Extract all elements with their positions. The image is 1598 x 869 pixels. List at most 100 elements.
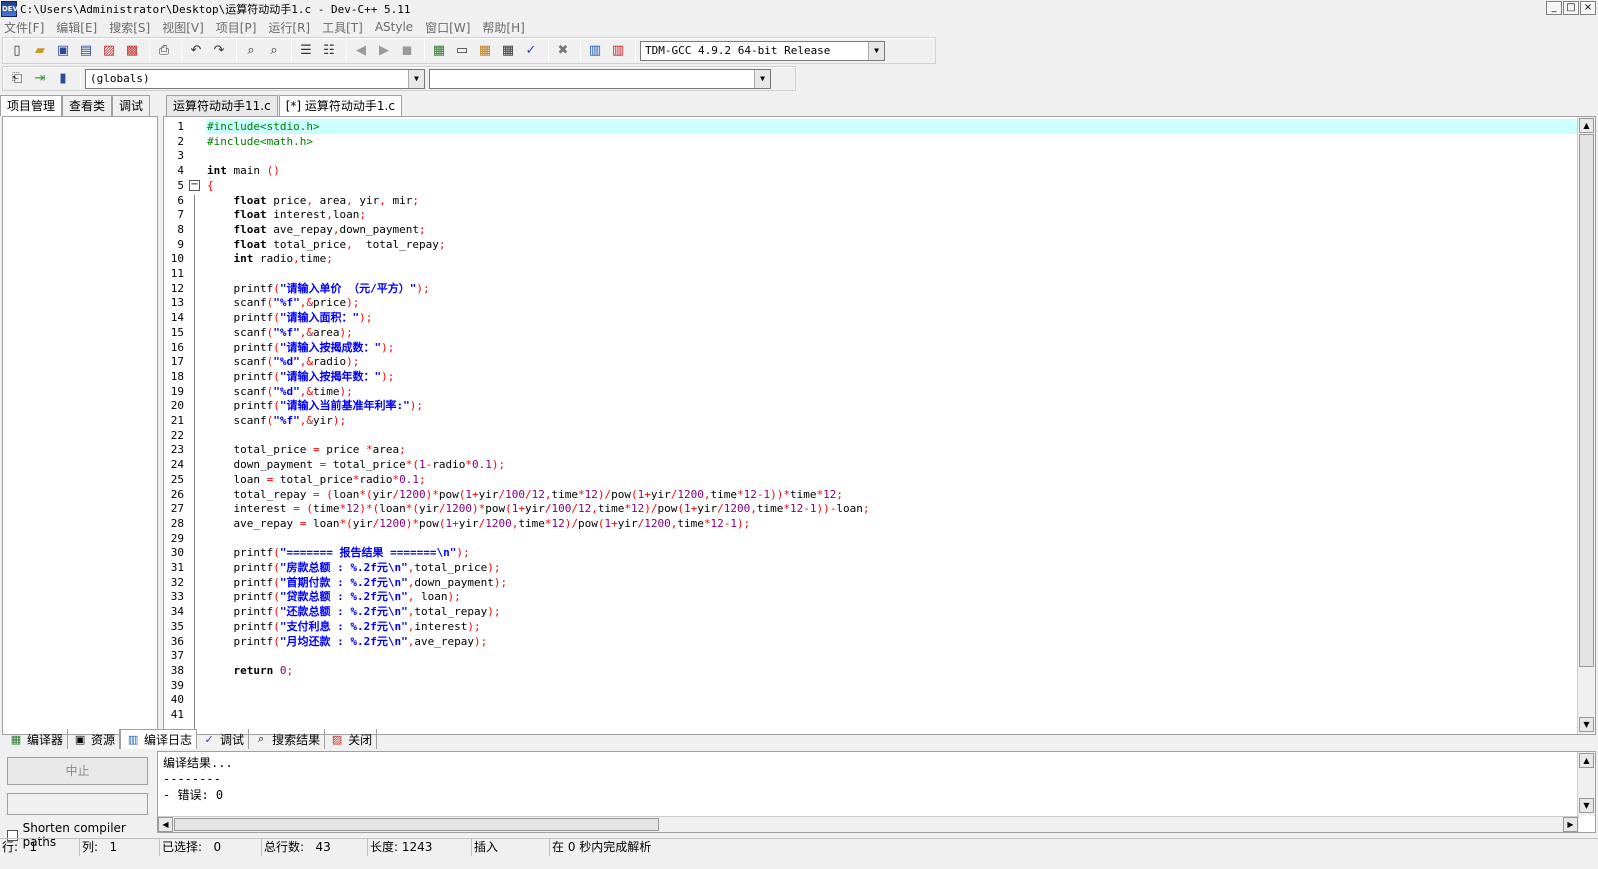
maximize-button[interactable]: □	[1563, 1, 1579, 15]
print-icon[interactable]: ⎙	[154, 41, 174, 61]
code-line[interactable]: loan = total_price*radio*0.1;	[206, 472, 1578, 487]
code-line[interactable]	[206, 678, 1578, 693]
code-line[interactable]: float total_price, total_repay;	[206, 237, 1578, 252]
output-vertical-scrollbar[interactable]: ▲ ▼	[1577, 752, 1595, 816]
menu-view[interactable]: 视图[V]	[162, 19, 204, 36]
menu-window[interactable]: 窗口[W]	[425, 19, 470, 36]
compile-run-icon[interactable]: ▦	[475, 41, 495, 61]
chevron-down-icon[interactable]: ▼	[754, 69, 770, 88]
code-line[interactable]	[206, 531, 1578, 546]
code-line[interactable]: total_price = price *area;	[206, 442, 1578, 457]
code-line[interactable]: printf("贷款总额 : %.2f元\n", loan);	[206, 589, 1578, 604]
code-line[interactable]: down_payment = total_price*(1-radio*0.1)…	[206, 457, 1578, 472]
code-line[interactable]: interest = (time*12)*(loan*(yir/1200)*po…	[206, 501, 1578, 516]
fold-collapse-icon[interactable]: −	[189, 179, 200, 191]
code-line[interactable]: printf("请输入单价 （元/平方）");	[206, 281, 1578, 296]
chevron-down-icon[interactable]: ▼	[408, 69, 424, 88]
menu-astyle[interactable]: AStyle	[375, 20, 413, 34]
minimize-button[interactable]: _	[1546, 1, 1562, 15]
code-line[interactable]: return 0;	[206, 663, 1578, 678]
new-file-icon[interactable]: ▯	[7, 41, 27, 61]
unindent-icon[interactable]: ☷	[319, 41, 339, 61]
stop-button[interactable]: 中止	[7, 757, 148, 785]
chevron-down-icon[interactable]: ▼	[868, 41, 884, 60]
scroll-left-icon[interactable]: ◀	[158, 817, 173, 832]
find-icon[interactable]: ⌕	[241, 41, 261, 61]
code-line[interactable]: float interest,loan;	[206, 207, 1578, 222]
scroll-thumb[interactable]	[1579, 134, 1594, 667]
save-icon[interactable]: ▣	[53, 41, 73, 61]
code-line[interactable]	[206, 707, 1578, 722]
code-line[interactable]: printf("还款总额 : %.2f元\n",total_repay);	[206, 604, 1578, 619]
function-select[interactable]: ▼	[429, 68, 771, 89]
menu-tools[interactable]: 工具[T]	[322, 19, 363, 36]
indent-icon[interactable]: ☰	[296, 41, 316, 61]
tab-resources[interactable]: ▣ 资源	[68, 729, 121, 749]
compile-log-output[interactable]: 编译结果... -------- - 错误: 0 ▲ ▼ ◀ ▶	[157, 751, 1596, 833]
close-file-icon[interactable]: ▨	[99, 41, 119, 61]
code-line[interactable]: printf("请输入按揭成数：");	[206, 340, 1578, 355]
scroll-right-icon[interactable]: ▶	[1563, 817, 1578, 832]
menu-run[interactable]: 运行[R]	[268, 19, 310, 36]
scroll-up-icon[interactable]: ▲	[1579, 753, 1594, 768]
tab-debug-output[interactable]: ✓ 调试	[197, 729, 250, 749]
compile-icon[interactable]: ▦	[429, 41, 449, 61]
scroll-down-icon[interactable]: ▼	[1579, 798, 1594, 813]
scroll-up-icon[interactable]: ▲	[1579, 118, 1594, 133]
run-icon[interactable]: ▭	[452, 41, 472, 61]
save-all-icon[interactable]: ▤	[76, 41, 96, 61]
tab-debug[interactable]: 调试	[112, 95, 151, 116]
menu-file[interactable]: 文件[F]	[4, 19, 44, 36]
toggle-bookmark-icon[interactable]: ▮	[53, 69, 73, 89]
code-line[interactable]: #include<stdio.h>	[206, 119, 1578, 134]
tab-compiler[interactable]: ▦ 编译器	[4, 729, 69, 749]
vertical-scrollbar[interactable]: ▲ ▼	[1577, 117, 1595, 734]
code-line[interactable]: printf("请输入面积：");	[206, 310, 1578, 325]
redo-icon[interactable]: ↷	[209, 41, 229, 61]
compiler-select[interactable]: TDM-GCC 4.9.2 64-bit Release ▼	[640, 40, 885, 61]
tab-project-manager[interactable]: 项目管理	[0, 95, 63, 116]
menu-help[interactable]: 帮助[H]	[482, 19, 524, 36]
tab-class-browser[interactable]: 查看类	[62, 95, 113, 116]
code-line[interactable]: printf("支付利息 : %.2f元\n",interest);	[206, 619, 1578, 634]
code-area[interactable]: #include<stdio.h> #include<math.h> int mai…	[206, 117, 1578, 734]
code-line[interactable]	[206, 648, 1578, 663]
toggle-bookmark-icon[interactable]: ◼	[397, 41, 417, 61]
code-line[interactable]: printf("月均还款 : %.2f元\n",ave_repay);	[206, 634, 1578, 649]
profile-delete-icon[interactable]: ▥	[608, 41, 628, 61]
code-line[interactable]: total_repay = (loan*(yir/1200)*pow(1+yir…	[206, 487, 1578, 502]
tab-close[interactable]: ▨ 关闭	[325, 729, 378, 749]
close-all-icon[interactable]: ▩	[122, 41, 142, 61]
goto-back-icon[interactable]: ◀	[351, 41, 371, 61]
code-line[interactable]: scanf("%f",&yir);	[206, 413, 1578, 428]
menu-edit[interactable]: 编辑[E]	[56, 19, 97, 36]
code-line[interactable]: printf("======= 报告结果 =======\n");	[206, 545, 1578, 560]
scroll-thumb[interactable]	[174, 818, 659, 831]
code-line[interactable]: ave_repay = loan*(yir/1200)*pow(1+yir/12…	[206, 516, 1578, 531]
tab-compile-log[interactable]: ▥ 编译日志	[120, 729, 198, 749]
tab-file-2[interactable]: [*] 运算符动动手1.c	[278, 95, 402, 116]
code-line[interactable]: int main ()	[206, 163, 1578, 178]
code-line[interactable]: scanf("%f",&area);	[206, 325, 1578, 340]
code-line[interactable]: scanf("%d",&time);	[206, 384, 1578, 399]
code-line[interactable]: printf("请输入当前基准年利率:");	[206, 398, 1578, 413]
insert-icon[interactable]: ⎗	[7, 69, 27, 89]
code-line[interactable]	[206, 428, 1578, 443]
replace-icon[interactable]: ⌕	[264, 41, 284, 61]
code-line[interactable]	[206, 692, 1578, 707]
menu-project[interactable]: 项目[P]	[216, 19, 257, 36]
undo-icon[interactable]: ↶	[186, 41, 206, 61]
close-button[interactable]: ×	[1580, 1, 1596, 15]
stop-execution-icon[interactable]: ✖	[553, 41, 573, 61]
code-line[interactable]	[206, 266, 1578, 281]
code-editor[interactable]: 1 2 3 4 5 6 7 8 9 10 11 12 13 14 15 16 17 18 19 20 21 22 23 24 2…	[163, 116, 1596, 735]
code-line[interactable]: scanf("%f",&price);	[206, 295, 1578, 310]
syntax-check-icon[interactable]: ✓	[521, 41, 541, 61]
chart-icon[interactable]: ▥	[585, 41, 605, 61]
goto-forward-icon[interactable]: ▶	[374, 41, 394, 61]
project-panel[interactable]	[2, 116, 158, 735]
output-horizontal-scrollbar[interactable]: ◀ ▶	[158, 816, 1579, 832]
scope-select[interactable]: (globals) ▼	[85, 68, 425, 89]
code-line[interactable]: printf("首期付款 : %.2f元\n",down_payment);	[206, 575, 1578, 590]
menu-search[interactable]: 搜索[S]	[109, 19, 150, 36]
